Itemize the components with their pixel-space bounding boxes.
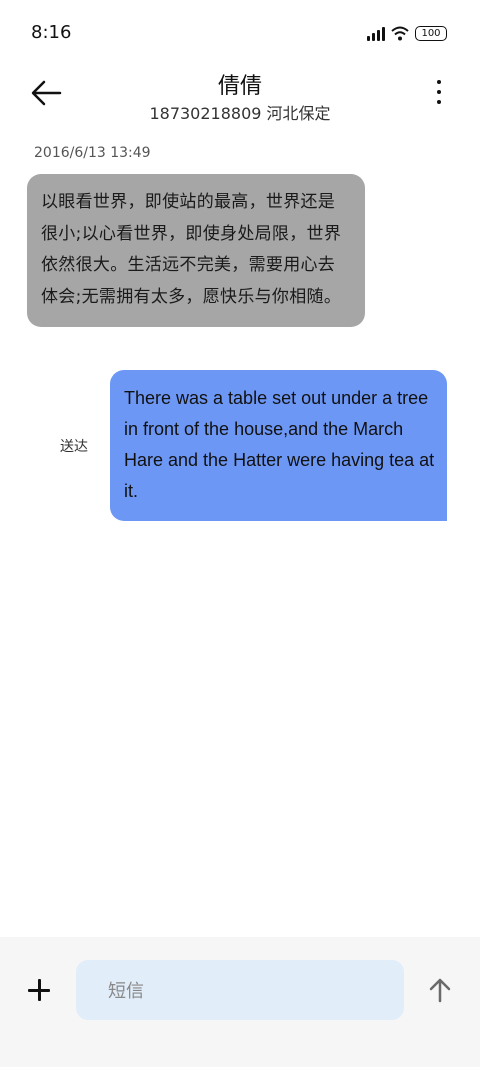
conversation-header: 倩倩 18730218809 河北保定 xyxy=(0,62,480,132)
wifi-icon xyxy=(391,26,409,41)
add-attachment-icon[interactable] xyxy=(28,979,50,1001)
signal-icon xyxy=(367,25,385,41)
send-arrow-icon[interactable] xyxy=(428,977,452,1003)
message-input[interactable]: 短信 xyxy=(76,960,404,1020)
message-input-placeholder: 短信 xyxy=(108,981,144,1002)
status-time: 8:16 xyxy=(31,22,72,43)
sent-message-bubble[interactable]: There was a table set out under a tree i… xyxy=(110,370,447,521)
contact-info: 18730218809 河北保定 xyxy=(149,104,331,123)
contact-name: 倩倩 xyxy=(217,74,262,99)
received-message-bubble[interactable]: 以眼看世界，即使站的最高，世界还是很小;以心看世界，即使身处局限，世界依然很大。… xyxy=(27,174,365,327)
composer-bar: 短信 xyxy=(0,937,480,1067)
battery-icon: 100 xyxy=(415,26,447,41)
delivery-status: 送达 xyxy=(60,439,88,455)
more-options-icon[interactable] xyxy=(434,80,444,108)
status-bar: 8:16 100 xyxy=(0,0,480,62)
message-timestamp: 2016/6/13 13:49 xyxy=(34,145,151,161)
status-icons: 100 xyxy=(367,25,447,41)
